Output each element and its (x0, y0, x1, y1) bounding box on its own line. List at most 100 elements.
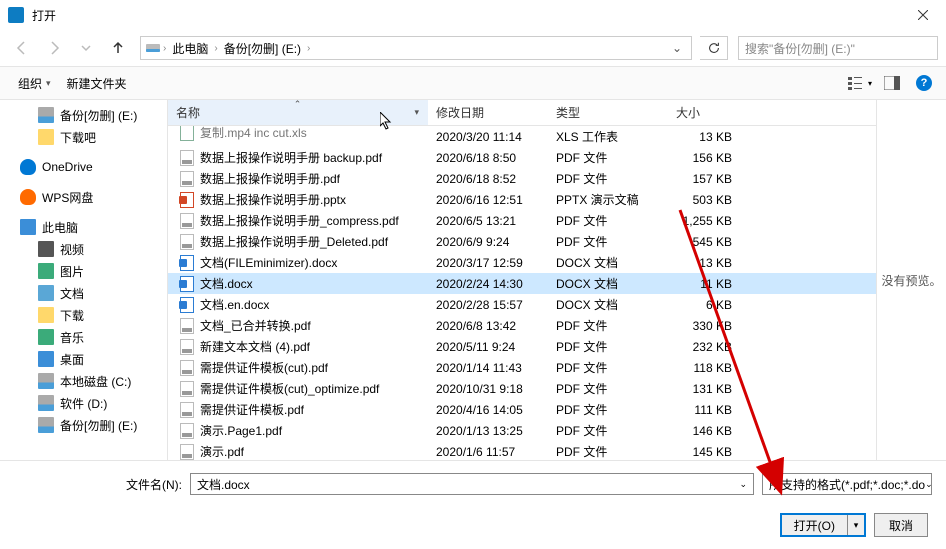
music-icon (38, 329, 54, 345)
file-row[interactable]: 数据上报操作说明手册.pptx2020/6/16 12:51PPTX 演示文稿5… (168, 189, 876, 210)
file-row[interactable]: 数据上报操作说明手册_Deleted.pdf2020/6/9 9:24PDF 文… (168, 231, 876, 252)
sidebar-item[interactable]: 此电脑 (0, 216, 167, 238)
column-date[interactable]: 修改日期 (428, 100, 548, 125)
up-button[interactable] (104, 34, 132, 62)
file-icon (180, 213, 194, 229)
file-row[interactable]: 文档.docx2020/2/24 14:30DOCX 文档11 KB (168, 273, 876, 294)
search-input[interactable]: 搜索"备份[勿删] (E:)" (738, 36, 938, 60)
drive-icon (38, 395, 54, 411)
pictures-icon (38, 263, 54, 279)
filename-input[interactable]: 文档.docx⌄ (190, 473, 754, 495)
drive-icon (38, 373, 54, 389)
file-name: 复制.mp4 inc cut.xls (200, 126, 307, 141)
sidebar-item[interactable]: OneDrive (0, 156, 167, 178)
column-size[interactable]: 大小 (668, 100, 748, 125)
filetype-filter[interactable]: 所支持的格式(*.pdf;*.doc;*.do⌄ (762, 473, 932, 495)
refresh-button[interactable] (700, 36, 728, 60)
column-name[interactable]: ⌃名称▾ (168, 100, 428, 125)
file-name: 数据上报操作说明手册_compress.pdf (200, 212, 399, 229)
sidebar-item[interactable]: 图片 (0, 260, 167, 282)
file-icon (180, 255, 194, 271)
view-options-button[interactable]: ▾ (848, 71, 872, 95)
file-row[interactable]: 需提供证件模板(cut)_optimize.pdf2020/10/31 9:18… (168, 378, 876, 399)
recent-dropdown[interactable] (72, 34, 100, 62)
file-name: 数据上报操作说明手册 backup.pdf (200, 149, 382, 166)
file-icon (180, 171, 194, 187)
sidebar-item-label: 音乐 (60, 329, 84, 346)
forward-button[interactable] (40, 34, 68, 62)
sidebar-item-label: WPS网盘 (42, 189, 93, 206)
sidebar-item[interactable]: 软件 (D:) (0, 392, 167, 414)
sidebar-item[interactable]: 视频 (0, 238, 167, 260)
file-row[interactable]: 数据上报操作说明手册.pdf2020/6/18 8:52PDF 文件157 KB (168, 168, 876, 189)
file-name: 需提供证件模板(cut)_optimize.pdf (200, 380, 379, 397)
file-name: 文档.docx (200, 275, 253, 292)
drive-icon (38, 417, 54, 433)
file-icon (180, 381, 194, 397)
cancel-button[interactable]: 取消 (874, 513, 928, 537)
file-row[interactable]: 数据上报操作说明手册 backup.pdf2020/6/18 8:50PDF 文… (168, 147, 876, 168)
sidebar-item[interactable]: 下载吧 (0, 126, 167, 148)
file-row[interactable]: 演示.Page1.pdf2020/1/13 13:25PDF 文件146 KB (168, 420, 876, 441)
file-row[interactable]: 复制.mp4 inc cut.xls2020/3/20 11:14XLS 工作表… (168, 126, 876, 147)
file-row[interactable]: 需提供证件模板.pdf2020/4/16 14:05PDF 文件111 KB (168, 399, 876, 420)
docs-icon (38, 285, 54, 301)
sidebar-item-label: 视频 (60, 241, 84, 258)
file-name: 数据上报操作说明手册.pptx (200, 191, 346, 208)
sidebar-item[interactable]: 本地磁盘 (C:) (0, 370, 167, 392)
sidebar-item-label: 此电脑 (42, 219, 78, 236)
file-name: 文档_已合并转换.pdf (200, 317, 311, 334)
organize-button[interactable]: 组织▾ (10, 71, 59, 96)
file-row[interactable]: 文档.en.docx2020/2/28 15:57DOCX 文档6 KB (168, 294, 876, 315)
new-folder-button[interactable]: 新建文件夹 (59, 71, 135, 96)
sidebar-item-label: 下载 (60, 307, 84, 324)
sidebar-item-label: 图片 (60, 263, 84, 280)
preview-pane-button[interactable] (880, 71, 904, 95)
file-row[interactable]: 新建文本文档 (4).pdf2020/5/11 9:24PDF 文件232 KB (168, 336, 876, 357)
file-row[interactable]: 数据上报操作说明手册_compress.pdf2020/6/5 13:21PDF… (168, 210, 876, 231)
drive-icon (38, 107, 54, 123)
chevron-right-icon[interactable]: › (305, 43, 312, 54)
sidebar-item-label: 软件 (D:) (60, 395, 107, 412)
file-list: 复制.mp4 inc cut.xls2020/3/20 11:14XLS 工作表… (168, 126, 876, 460)
sidebar-item[interactable]: 备份[勿删] (E:) (0, 104, 167, 126)
file-name: 新建文本文档 (4).pdf (200, 338, 310, 355)
file-icon (180, 444, 194, 460)
search-placeholder: 搜索"备份[勿删] (E:)" (745, 40, 855, 57)
file-icon (180, 150, 194, 166)
sidebar-item-label: 桌面 (60, 351, 84, 368)
file-row[interactable]: 演示.pdf2020/1/6 11:57PDF 文件145 KB (168, 441, 876, 460)
address-bar[interactable]: › 此电脑 › 备份[勿删] (E:) › ⌄ (140, 36, 692, 60)
sidebar-item[interactable]: 文档 (0, 282, 167, 304)
folder-dl-icon (38, 129, 54, 145)
sidebar-item[interactable]: 音乐 (0, 326, 167, 348)
sidebar-item[interactable]: 下载 (0, 304, 167, 326)
file-row[interactable]: 文档(FILEminimizer).docx2020/3/17 12:59DOC… (168, 252, 876, 273)
sidebar: 备份[勿删] (E:)下载吧OneDriveWPS网盘此电脑视频图片文档下载音乐… (0, 100, 168, 460)
wps-icon (20, 189, 36, 205)
file-row[interactable]: 需提供证件模板(cut).pdf2020/1/14 11:43PDF 文件118… (168, 357, 876, 378)
file-row[interactable]: 文档_已合并转换.pdf2020/6/8 13:42PDF 文件330 KB (168, 315, 876, 336)
column-type[interactable]: 类型 (548, 100, 668, 125)
file-name: 文档(FILEminimizer).docx (200, 254, 337, 271)
back-button[interactable] (8, 34, 36, 62)
file-name: 需提供证件模板(cut).pdf (200, 359, 328, 376)
breadcrumb-drive[interactable]: 备份[勿删] (E:) (220, 40, 305, 57)
open-button[interactable]: 打开(O)▾ (780, 513, 866, 537)
address-dropdown[interactable]: ⌄ (667, 41, 687, 55)
file-name: 演示.pdf (200, 443, 244, 460)
file-icon (180, 402, 194, 418)
sidebar-item-label: 文档 (60, 285, 84, 302)
pc-icon (20, 219, 36, 235)
sidebar-item-label: OneDrive (42, 160, 93, 174)
close-button[interactable] (900, 0, 946, 30)
sidebar-item-label: 备份[勿删] (E:) (60, 417, 137, 434)
breadcrumb-pc[interactable]: 此电脑 (168, 40, 212, 57)
chevron-right-icon[interactable]: › (212, 43, 219, 54)
filename-label: 文件名(N): (14, 476, 182, 493)
sidebar-item[interactable]: 桌面 (0, 348, 167, 370)
chevron-right-icon[interactable]: › (161, 43, 168, 54)
help-button[interactable]: ? (912, 71, 936, 95)
sidebar-item[interactable]: 备份[勿删] (E:) (0, 414, 167, 436)
sidebar-item[interactable]: WPS网盘 (0, 186, 167, 208)
